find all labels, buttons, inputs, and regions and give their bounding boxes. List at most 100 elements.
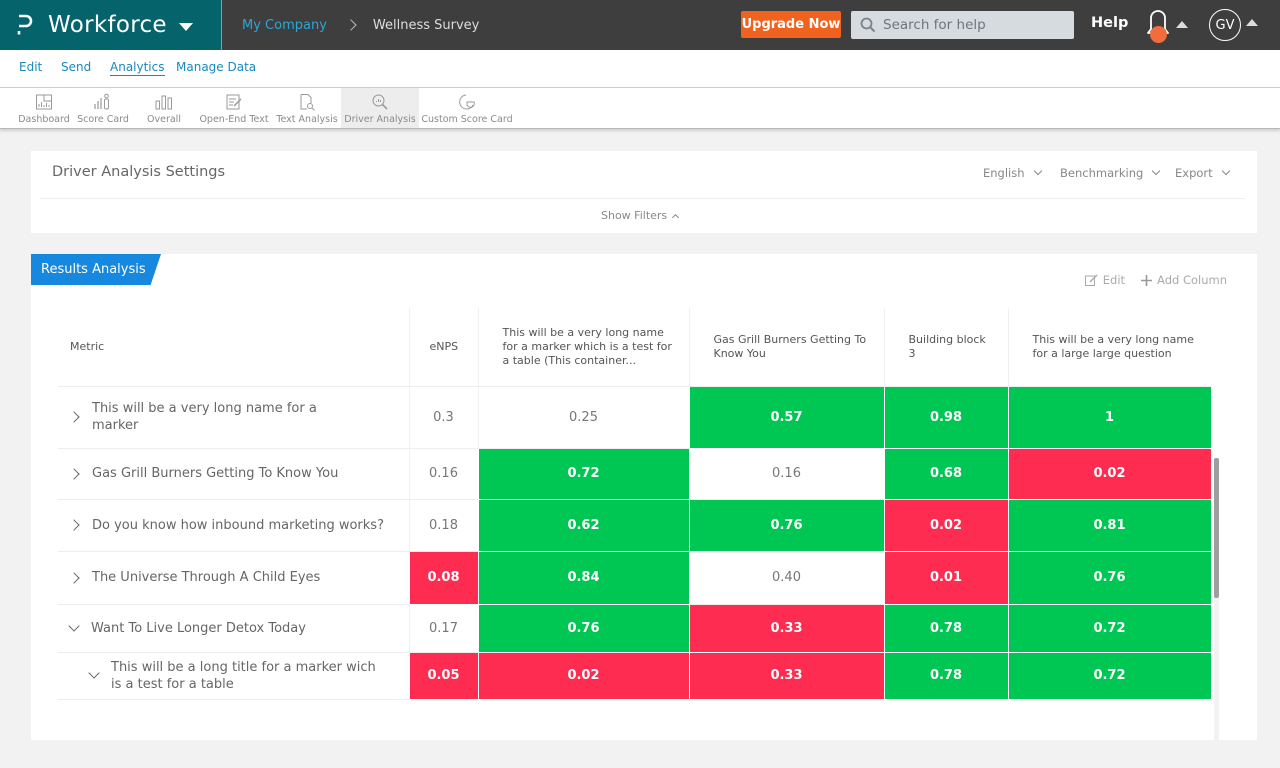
magnifier-chart-icon [372,94,388,110]
edit-label: Edit [1102,273,1126,287]
chevron-right-icon[interactable] [68,411,80,423]
results-analysis-tab[interactable]: Results Analysis [31,254,161,285]
chevron-right-icon[interactable] [68,571,80,584]
chevron-down-icon[interactable] [68,619,80,632]
value-cell: 0.25 [477,386,689,449]
upgrade-now-button[interactable]: Upgrade Now [741,11,841,38]
tool-label: Open-End Text [199,114,269,125]
nav-edit[interactable]: Edit [19,60,42,74]
value-cell-positive: 0.76 [688,498,885,552]
column-header-metric[interactable]: Metric [58,308,409,387]
metric-cell: Gas Grill Burners Getting To Know You [58,448,409,500]
chevron-right-icon[interactable] [68,519,80,531]
caret-down-icon[interactable] [178,22,193,31]
metric-toggle[interactable]: Want To Live Longer Detox Today [68,619,409,637]
chevron-down-icon[interactable] [88,667,100,679]
edit-button[interactable]: Edit [1084,273,1126,287]
metric-cell: The Universe Through A Child Eyes [58,551,409,605]
value-cell-positive: 0.81 [1007,498,1212,552]
avatar[interactable]: GV [1209,9,1241,41]
table-row: Do you know how inbound marketing works?… [58,498,1212,552]
metric-toggle[interactable]: Gas Grill Burners Getting To Know You [68,465,409,482]
column-header[interactable]: Gas Grill Burners Getting To Know You [688,308,884,387]
tool-custom-score-card[interactable]: Custom Score Card [419,88,515,128]
show-filters-toggle[interactable]: Show Filters [601,209,680,222]
value-cell-negative: 0.02 [883,498,1009,552]
tool-label: Overall [147,114,181,125]
tool-text-analysis[interactable]: Text Analysis [273,88,341,128]
column-header[interactable]: This will be a very long name for a mark… [477,308,689,387]
column-header[interactable]: This will be a very long name for a larg… [1007,308,1211,387]
export-dropdown[interactable]: Export [1175,166,1230,180]
metric-cell: Want To Live Longer Detox Today [58,604,409,653]
metric-label: This will be a very long name for a mark… [92,401,317,433]
export-label: Export [1175,166,1213,180]
section-nav: Edit Send Analytics Manage Data [0,50,1280,88]
nav-manage-data[interactable]: Manage Data [176,60,256,74]
profile-caret-icon[interactable] [1246,19,1258,26]
search-box[interactable] [851,11,1074,39]
nav-analytics[interactable]: Analytics [110,60,165,76]
value-cell-positive: 0.57 [688,385,885,449]
metric-label: Want To Live Longer Detox Today [91,620,306,636]
metric-toggle[interactable]: The Universe Through A Child Eyes [68,569,409,586]
search-input[interactable] [883,17,1063,33]
value-cell-negative: 0.01 [883,550,1009,605]
tool-label: Text Analysis [276,114,338,125]
tool-driver-analysis[interactable]: Driver Analysis [341,88,419,128]
value-cell-positive: 0.68 [883,447,1009,500]
table-row: Gas Grill Burners Getting To Know You 0.1… [58,447,1212,500]
add-column-button[interactable]: Add Column [1141,273,1227,287]
notepad-icon [226,94,242,110]
dashboard-icon [36,94,52,110]
benchmarking-dropdown[interactable]: Benchmarking [1060,166,1161,180]
column-header-enps[interactable]: eNPS [408,308,478,387]
metric-toggle[interactable]: This will be a very long name for a mark… [68,400,409,434]
chevron-down-icon [1033,166,1042,176]
metric-label: Gas Grill Burners Getting To Know You [92,466,339,481]
document-search-icon [300,94,315,111]
scrollbar-thumb[interactable] [1214,458,1219,598]
value-cell-positive: 0.78 [883,651,1009,700]
value-cell-negative: 0.02 [1007,447,1212,500]
value-cell-negative: 0.05 [408,651,479,700]
table-row: Want To Live Longer Detox Today 0.17 0.76 0… [58,603,1212,653]
breadcrumb-company[interactable]: My Company [242,18,327,33]
brand-logo-icon [17,14,33,36]
value-cell-positive: 0.72 [1007,651,1212,700]
top-bar: Workforce My Company Wellness Survey Upg… [0,0,1280,50]
metric-toggle[interactable]: This will be a long title for a marker w… [70,659,409,693]
value-cell: 0.16 [688,448,884,500]
metric-cell: This will be a very long name for a mark… [58,386,409,449]
value-cell-positive: 0.72 [1007,603,1212,653]
value-cell-positive: 0.76 [1007,550,1212,605]
value-cell: 0.18 [408,499,478,552]
notifications-caret-icon[interactable] [1176,21,1188,28]
language-dropdown[interactable]: English [983,166,1042,180]
score-card-icon [94,93,109,110]
chevron-down-icon [1221,166,1230,176]
tool-overall[interactable]: Overall [133,88,195,128]
results-table: Metric eNPS This will be a very long nam… [58,308,1212,700]
tool-open-end-text[interactable]: Open-End Text [195,88,273,128]
nav-send[interactable]: Send [61,60,91,74]
divider [40,198,1245,199]
add-column-label: Add Column [1157,273,1227,287]
brand-menu[interactable]: Workforce [0,0,221,50]
tool-dashboard[interactable]: Dashboard [15,88,73,128]
chevron-right-icon[interactable] [68,467,80,480]
value-cell-positive: 0.72 [477,447,690,500]
column-header[interactable]: Building block 3 [883,308,1008,387]
tool-label: Score Card [77,114,129,125]
metric-toggle[interactable]: Do you know how inbound marketing works? [68,517,409,534]
settings-title: Driver Analysis Settings [52,164,226,180]
help-link[interactable]: Help [1091,15,1128,31]
value-cell: 0.17 [408,604,478,653]
table-scrollbar[interactable] [1214,458,1219,740]
notifications-button[interactable] [1144,7,1172,43]
value-cell-positive: 0.84 [477,550,690,605]
value-cell-negative: 0.08 [408,550,479,605]
metric-label: The Universe Through A Child Eyes [92,570,321,585]
value-cell: 0.3 [408,386,478,449]
tool-score-card[interactable]: Score Card [73,88,133,128]
